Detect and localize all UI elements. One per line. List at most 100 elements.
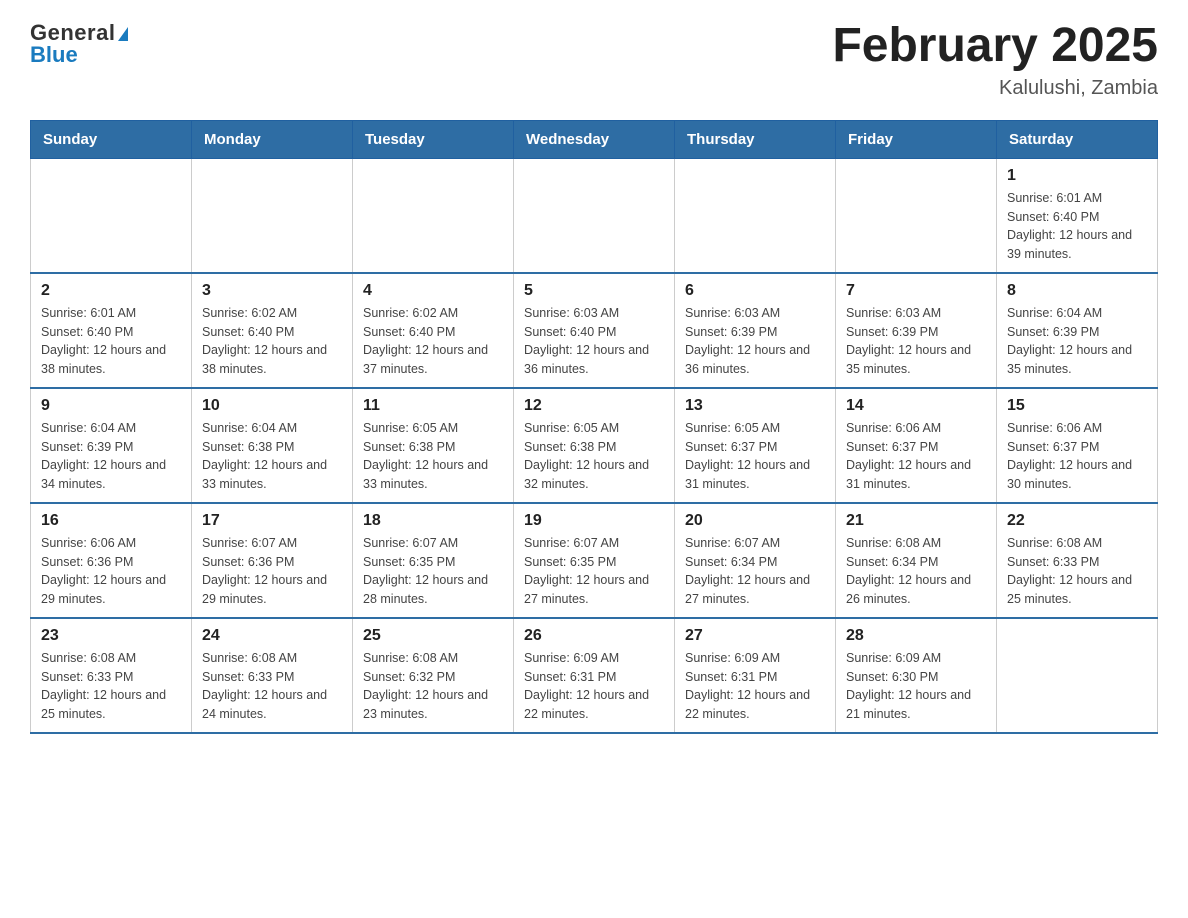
calendar-cell: 21 Sunrise: 6:08 AM Sunset: 6:34 PM Dayli… <box>836 503 997 618</box>
day-info: Sunrise: 6:09 AM Sunset: 6:31 PM Dayligh… <box>685 649 825 724</box>
day-info: Sunrise: 6:08 AM Sunset: 6:32 PM Dayligh… <box>363 649 503 724</box>
day-info: Sunrise: 6:03 AM Sunset: 6:39 PM Dayligh… <box>685 304 825 379</box>
calendar-week-row: 1 Sunrise: 6:01 AM Sunset: 6:40 PM Daylig… <box>31 158 1158 273</box>
day-number: 9 <box>41 397 181 415</box>
day-info: Sunrise: 6:04 AM Sunset: 6:39 PM Dayligh… <box>1007 304 1147 379</box>
calendar-cell <box>514 158 675 273</box>
day-info: Sunrise: 6:06 AM Sunset: 6:37 PM Dayligh… <box>846 419 986 494</box>
day-number: 1 <box>1007 167 1147 185</box>
day-info: Sunrise: 6:08 AM Sunset: 6:34 PM Dayligh… <box>846 534 986 609</box>
day-number: 28 <box>846 627 986 645</box>
calendar-week-row: 16 Sunrise: 6:06 AM Sunset: 6:36 PM Dayli… <box>31 503 1158 618</box>
day-number: 12 <box>524 397 664 415</box>
calendar-cell: 3 Sunrise: 6:02 AM Sunset: 6:40 PM Daylig… <box>192 273 353 388</box>
day-number: 18 <box>363 512 503 530</box>
day-info: Sunrise: 6:06 AM Sunset: 6:36 PM Dayligh… <box>41 534 181 609</box>
calendar-cell: 2 Sunrise: 6:01 AM Sunset: 6:40 PM Daylig… <box>31 273 192 388</box>
day-info: Sunrise: 6:06 AM Sunset: 6:37 PM Dayligh… <box>1007 419 1147 494</box>
day-number: 14 <box>846 397 986 415</box>
day-info: Sunrise: 6:08 AM Sunset: 6:33 PM Dayligh… <box>202 649 342 724</box>
calendar-cell: 25 Sunrise: 6:08 AM Sunset: 6:32 PM Dayli… <box>353 618 514 733</box>
day-number: 20 <box>685 512 825 530</box>
calendar-cell: 18 Sunrise: 6:07 AM Sunset: 6:35 PM Dayli… <box>353 503 514 618</box>
day-number: 21 <box>846 512 986 530</box>
day-number: 13 <box>685 397 825 415</box>
calendar-header-row: SundayMondayTuesdayWednesdayThursdayFrid… <box>31 120 1158 158</box>
day-number: 23 <box>41 627 181 645</box>
calendar-table: SundayMondayTuesdayWednesdayThursdayFrid… <box>30 120 1158 734</box>
calendar-cell: 28 Sunrise: 6:09 AM Sunset: 6:30 PM Dayli… <box>836 618 997 733</box>
calendar-cell: 9 Sunrise: 6:04 AM Sunset: 6:39 PM Daylig… <box>31 388 192 503</box>
day-number: 4 <box>363 282 503 300</box>
calendar-cell: 14 Sunrise: 6:06 AM Sunset: 6:37 PM Dayli… <box>836 388 997 503</box>
calendar-cell: 19 Sunrise: 6:07 AM Sunset: 6:35 PM Dayli… <box>514 503 675 618</box>
calendar-cell <box>353 158 514 273</box>
day-info: Sunrise: 6:05 AM Sunset: 6:38 PM Dayligh… <box>363 419 503 494</box>
weekday-header: Thursday <box>675 120 836 158</box>
calendar-cell: 10 Sunrise: 6:04 AM Sunset: 6:38 PM Dayli… <box>192 388 353 503</box>
day-info: Sunrise: 6:03 AM Sunset: 6:40 PM Dayligh… <box>524 304 664 379</box>
calendar-cell: 11 Sunrise: 6:05 AM Sunset: 6:38 PM Dayli… <box>353 388 514 503</box>
day-number: 25 <box>363 627 503 645</box>
calendar-cell: 5 Sunrise: 6:03 AM Sunset: 6:40 PM Daylig… <box>514 273 675 388</box>
day-info: Sunrise: 6:07 AM Sunset: 6:36 PM Dayligh… <box>202 534 342 609</box>
day-number: 5 <box>524 282 664 300</box>
day-number: 11 <box>363 397 503 415</box>
day-info: Sunrise: 6:07 AM Sunset: 6:35 PM Dayligh… <box>524 534 664 609</box>
day-number: 15 <box>1007 397 1147 415</box>
calendar-cell: 15 Sunrise: 6:06 AM Sunset: 6:37 PM Dayli… <box>997 388 1158 503</box>
weekday-header: Monday <box>192 120 353 158</box>
calendar-cell <box>836 158 997 273</box>
title-section: February 2025 Kalulushi, Zambia <box>832 20 1158 100</box>
calendar-cell: 16 Sunrise: 6:06 AM Sunset: 6:36 PM Dayli… <box>31 503 192 618</box>
day-info: Sunrise: 6:01 AM Sunset: 6:40 PM Dayligh… <box>1007 189 1147 264</box>
calendar-week-row: 2 Sunrise: 6:01 AM Sunset: 6:40 PM Daylig… <box>31 273 1158 388</box>
calendar-cell: 26 Sunrise: 6:09 AM Sunset: 6:31 PM Dayli… <box>514 618 675 733</box>
calendar-cell: 6 Sunrise: 6:03 AM Sunset: 6:39 PM Daylig… <box>675 273 836 388</box>
calendar-cell: 20 Sunrise: 6:07 AM Sunset: 6:34 PM Dayli… <box>675 503 836 618</box>
day-info: Sunrise: 6:04 AM Sunset: 6:39 PM Dayligh… <box>41 419 181 494</box>
day-number: 16 <box>41 512 181 530</box>
weekday-header: Tuesday <box>353 120 514 158</box>
day-number: 10 <box>202 397 342 415</box>
day-number: 6 <box>685 282 825 300</box>
day-info: Sunrise: 6:07 AM Sunset: 6:34 PM Dayligh… <box>685 534 825 609</box>
day-info: Sunrise: 6:02 AM Sunset: 6:40 PM Dayligh… <box>202 304 342 379</box>
day-number: 2 <box>41 282 181 300</box>
day-info: Sunrise: 6:09 AM Sunset: 6:31 PM Dayligh… <box>524 649 664 724</box>
calendar-cell <box>192 158 353 273</box>
calendar-cell: 23Sunrise: 6:08 AM Sunset: 6:33 PM Dayli… <box>31 618 192 733</box>
calendar-cell <box>997 618 1158 733</box>
calendar-cell: 17 Sunrise: 6:07 AM Sunset: 6:36 PM Dayli… <box>192 503 353 618</box>
calendar-cell: 4 Sunrise: 6:02 AM Sunset: 6:40 PM Daylig… <box>353 273 514 388</box>
weekday-header: Sunday <box>31 120 192 158</box>
day-info: Sunrise: 6:04 AM Sunset: 6:38 PM Dayligh… <box>202 419 342 494</box>
day-info: Sunrise: 6:03 AM Sunset: 6:39 PM Dayligh… <box>846 304 986 379</box>
month-title: February 2025 <box>832 20 1158 73</box>
day-info: Sunrise: 6:02 AM Sunset: 6:40 PM Dayligh… <box>363 304 503 379</box>
day-number: 19 <box>524 512 664 530</box>
calendar-cell: 1 Sunrise: 6:01 AM Sunset: 6:40 PM Daylig… <box>997 158 1158 273</box>
calendar-week-row: 9 Sunrise: 6:04 AM Sunset: 6:39 PM Daylig… <box>31 388 1158 503</box>
day-info: Sunrise: 6:09 AM Sunset: 6:30 PM Dayligh… <box>846 649 986 724</box>
location: Kalulushi, Zambia <box>832 77 1158 100</box>
calendar-week-row: 23 Sunrise: 6:08 AM Sunset: 6:33 PM Dayli… <box>31 618 1158 733</box>
day-number: 17 <box>202 512 342 530</box>
calendar-cell <box>31 158 192 273</box>
day-info: Sunrise: 6:07 AM Sunset: 6:35 PM Dayligh… <box>363 534 503 609</box>
day-info: Sunrise: 6:05 AM Sunset: 6:38 PM Dayligh… <box>524 419 664 494</box>
weekday-header: Wednesday <box>514 120 675 158</box>
day-number: 7 <box>846 282 986 300</box>
calendar-cell: 12 Sunrise: 6:05 AM Sunset: 6:38 PM Dayli… <box>514 388 675 503</box>
day-number: 8 <box>1007 282 1147 300</box>
calendar-cell: 22Sunrise: 6:08 AM Sunset: 6:33 PM Dayli… <box>997 503 1158 618</box>
day-number: 22 <box>1007 512 1147 530</box>
calendar-cell: 7 Sunrise: 6:03 AM Sunset: 6:39 PM Daylig… <box>836 273 997 388</box>
day-number: 3 <box>202 282 342 300</box>
day-number: 26 <box>524 627 664 645</box>
calendar-cell: 13Sunrise: 6:05 AM Sunset: 6:37 PM Dayli… <box>675 388 836 503</box>
calendar-cell: 8 Sunrise: 6:04 AM Sunset: 6:39 PM Daylig… <box>997 273 1158 388</box>
day-info: Sunrise: 6:01 AM Sunset: 6:40 PM Dayligh… <box>41 304 181 379</box>
weekday-header: Saturday <box>997 120 1158 158</box>
page-header: General Blue February 2025 Kalulushi, Za… <box>30 20 1158 100</box>
